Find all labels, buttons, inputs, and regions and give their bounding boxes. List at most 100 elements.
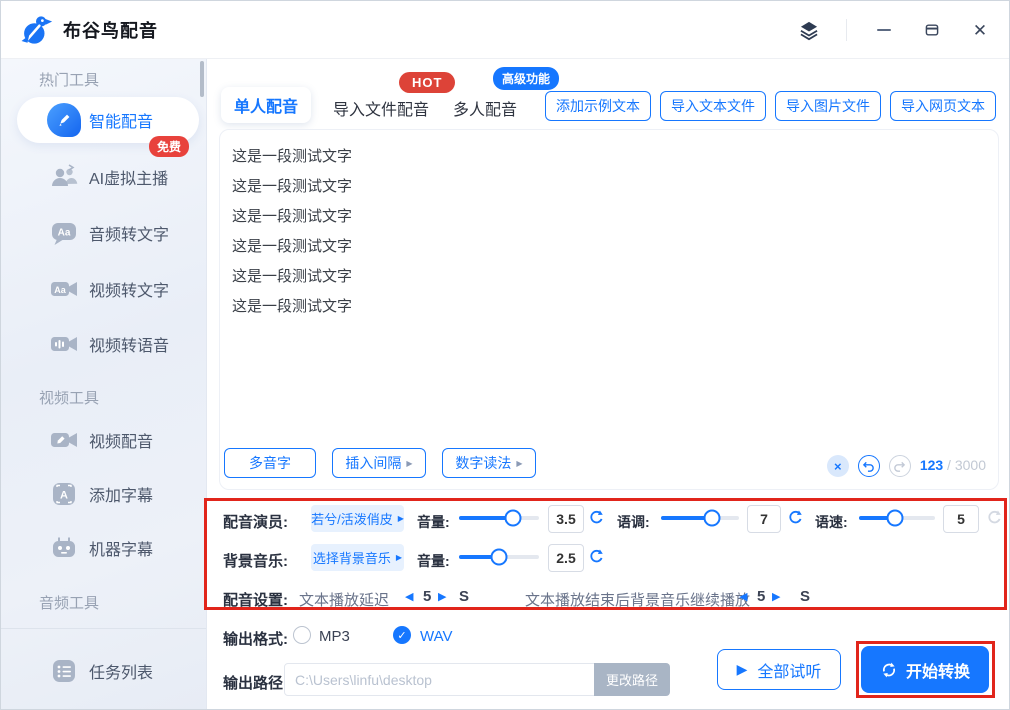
number-reading-button[interactable]: 数字读法▶ — [442, 448, 536, 478]
volume-value[interactable]: 3.5 — [548, 505, 584, 533]
continue-value: 5 — [757, 588, 765, 605]
music-volume-label: 音量: — [417, 551, 450, 571]
tab-file-dubbing[interactable]: 导入文件配音 — [333, 96, 429, 120]
music-volume-slider[interactable] — [459, 543, 539, 571]
pitch-value[interactable]: 7 — [747, 505, 781, 533]
text-editor[interactable]: 这是一段测试文字 这是一段测试文字 这是一段测试文字 这是一段测试文字 这是一段… — [219, 129, 999, 490]
import-text-file-button[interactable]: 导入文本文件 — [660, 91, 766, 121]
slider-thumb[interactable] — [704, 510, 721, 527]
sidebar-scrollbar[interactable] — [200, 61, 204, 97]
task-list-icon — [47, 654, 81, 688]
slider-thumb[interactable] — [886, 510, 903, 527]
section-video-tools: 视频工具 — [39, 387, 99, 408]
sidebar-item-audio-to-text[interactable]: Aa 音频转文字 — [1, 210, 206, 256]
bg-music-select-button[interactable]: 选择背景音乐▶ — [311, 544, 404, 571]
slider-thumb[interactable] — [491, 549, 508, 566]
sidebar-item-ai-host[interactable]: AI虚拟主播 免费 — [1, 154, 206, 200]
delay-increase-icon[interactable]: ▶ — [438, 592, 446, 603]
mp3-label[interactable]: MP3 — [319, 628, 350, 645]
text-play-delay-label: 文本播放延迟 — [299, 589, 389, 610]
add-sample-text-button[interactable]: 添加示例文本 — [545, 91, 651, 121]
polyphonic-button[interactable]: 多音字 — [224, 448, 316, 478]
output-path-label: 输出路径: — [223, 672, 288, 693]
maximize-button[interactable] — [921, 19, 943, 41]
import-image-file-button[interactable]: 导入图片文件 — [775, 91, 881, 121]
music-volume-reset-icon[interactable] — [588, 548, 605, 565]
sidebar-item-task-list[interactable]: 任务列表 — [1, 648, 206, 694]
import-webpage-text-button[interactable]: 导入网页文本 — [890, 91, 996, 121]
insert-pause-button[interactable]: 插入间隔▶ — [332, 448, 426, 478]
minimize-button[interactable] — [873, 19, 895, 41]
sidebar-item-add-subtitles[interactable]: A 添加字幕 — [1, 471, 206, 517]
music-volume-value[interactable]: 2.5 — [548, 544, 584, 572]
dub-settings-label: 配音设置: — [223, 589, 288, 610]
editor-status-cluster: × 123 / 3000 — [827, 455, 986, 477]
add-subtitles-icon: A — [47, 477, 81, 511]
continue-increase-icon[interactable]: ▶ — [772, 592, 780, 603]
svg-text:Aa: Aa — [58, 228, 71, 239]
editor-line: 这是一段测试文字 — [232, 172, 998, 202]
preview-all-button[interactable]: ▶ 全部试听 — [717, 649, 841, 690]
music-continue-label: 文本播放结束后背景音乐继续播放 — [525, 589, 750, 610]
continue-unit: S — [800, 588, 810, 605]
char-counter: 123 / 3000 — [920, 457, 986, 475]
app-title: 布谷鸟配音 — [63, 17, 158, 43]
voice-actor-label: 配音演员: — [223, 511, 288, 532]
chevron-right-icon: ▶ — [396, 553, 402, 562]
machine-subtitles-icon — [47, 531, 81, 565]
svg-text:A: A — [60, 490, 68, 502]
import-buttons-row: 添加示例文本 导入文本文件 导入图片文件 导入网页文本 — [545, 91, 996, 121]
undo-icon[interactable] — [858, 455, 880, 477]
output-path-input[interactable] — [284, 663, 595, 696]
sidebar-item-video-to-audio[interactable]: 视频转语音 — [1, 321, 206, 367]
tab-multi-dubbing[interactable]: 多人配音 — [453, 96, 517, 120]
section-audio-tools: 音频工具 — [39, 592, 99, 613]
volume-slider[interactable] — [459, 504, 539, 532]
start-convert-button[interactable]: 开始转换 — [861, 646, 989, 693]
editor-line: 这是一段测试文字 — [232, 202, 998, 232]
wav-radio[interactable]: ✓ — [393, 626, 411, 644]
hot-badge: HOT — [399, 72, 455, 93]
speed-label: 语速: — [815, 512, 848, 532]
sidebar-item-machine-subtitles[interactable]: 机器字幕 — [1, 525, 206, 571]
close-button[interactable]: ✕ — [969, 19, 991, 41]
video-to-audio-icon — [47, 327, 81, 361]
layers-icon[interactable] — [798, 19, 820, 41]
svg-text:Aa: Aa — [54, 285, 66, 295]
video-to-text-icon: Aa — [47, 272, 81, 306]
speed-reset-icon[interactable] — [986, 509, 1003, 526]
play-icon: ▶ — [737, 661, 748, 678]
continue-decrease-icon[interactable]: ◀ — [739, 592, 747, 603]
titlebar-divider — [846, 19, 847, 41]
smart-dubbing-icon — [47, 103, 81, 137]
delay-value: 5 — [423, 588, 431, 605]
clear-text-icon[interactable]: × — [827, 455, 849, 477]
voice-select-button[interactable]: 若兮/活泼俏皮▶ — [311, 505, 404, 532]
wav-label[interactable]: WAV — [420, 628, 453, 645]
redo-icon[interactable] — [889, 455, 911, 477]
app-window: 布谷鸟配音 ✕ 热门工具 — [0, 0, 1010, 710]
free-badge: 免费 — [149, 136, 189, 157]
delay-unit: S — [459, 588, 469, 605]
speed-value[interactable]: 5 — [943, 505, 979, 533]
editor-line: 这是一段测试文字 — [232, 142, 998, 172]
editor-line: 这是一段测试文字 — [232, 292, 998, 322]
mp3-radio[interactable] — [293, 626, 311, 644]
tab-single-dubbing[interactable]: 单人配音 — [221, 87, 311, 123]
editor-line: 这是一段测试文字 — [232, 232, 998, 262]
volume-label: 音量: — [417, 512, 450, 532]
pitch-label: 语调: — [617, 512, 650, 532]
speed-slider[interactable] — [859, 504, 935, 532]
sidebar-item-video-dubbing[interactable]: 视频配音 — [1, 417, 206, 463]
volume-reset-icon[interactable] — [588, 509, 605, 526]
sidebar-divider — [1, 628, 206, 629]
titlebar: 布谷鸟配音 ✕ — [1, 1, 1009, 59]
change-path-button[interactable]: 更改路径 — [594, 663, 670, 696]
delay-decrease-icon[interactable]: ◀ — [405, 592, 413, 603]
pitch-slider[interactable] — [661, 504, 739, 532]
sidebar-item-video-to-text[interactable]: Aa 视频转文字 — [1, 266, 206, 312]
bg-music-label: 背景音乐: — [223, 550, 288, 571]
pitch-reset-icon[interactable] — [787, 509, 804, 526]
slider-thumb[interactable] — [505, 510, 522, 527]
audio-to-text-icon: Aa — [47, 216, 81, 250]
